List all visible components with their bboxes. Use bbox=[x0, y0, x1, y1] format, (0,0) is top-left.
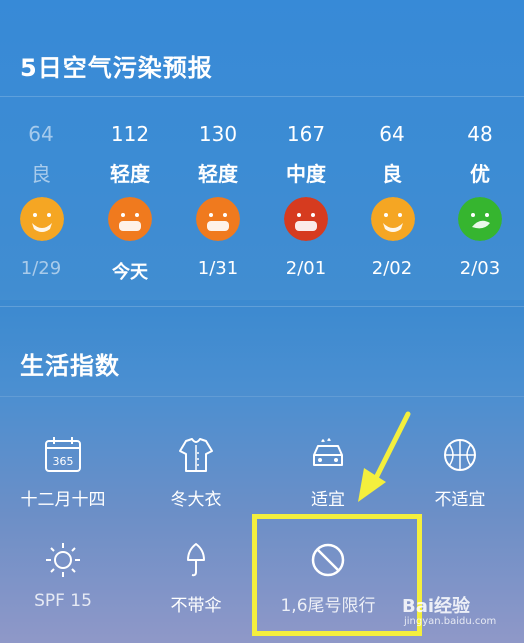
mask-face-icon bbox=[20, 197, 64, 241]
mask-face-icon bbox=[108, 197, 152, 241]
life-label: 冬大衣 bbox=[170, 490, 222, 510]
divider bbox=[0, 306, 524, 307]
aqi-level: 优 bbox=[470, 162, 490, 186]
aqi-date: 2/02 bbox=[371, 258, 413, 279]
life-label: 十二月十四 bbox=[20, 490, 106, 510]
aqi-date: 1/31 bbox=[197, 258, 239, 279]
divider bbox=[0, 396, 524, 397]
mask-face-icon bbox=[284, 197, 328, 241]
aqi-level: 轻度 bbox=[198, 162, 238, 186]
aqi-value: 64 bbox=[28, 122, 54, 146]
life-section-title: 生活指数 bbox=[20, 352, 120, 380]
aqi-level: 良 bbox=[31, 162, 51, 186]
aqi-value: 48 bbox=[467, 122, 493, 146]
highlight-box bbox=[252, 514, 422, 636]
aqi-section-title: 5日空气污染预报 bbox=[20, 54, 213, 82]
calendar-number: 365 bbox=[53, 455, 74, 468]
divider bbox=[0, 96, 524, 97]
aqi-level: 轻度 bbox=[110, 162, 150, 186]
coat-icon bbox=[179, 438, 213, 472]
aqi-value: 112 bbox=[110, 122, 150, 146]
sun-icon bbox=[46, 543, 80, 577]
aqi-value: 167 bbox=[286, 122, 326, 146]
aqi-value: 64 bbox=[379, 122, 405, 146]
pointer-arrow-icon bbox=[358, 411, 411, 502]
leaf-face-icon bbox=[458, 197, 502, 241]
aqi-panel bbox=[0, 0, 524, 300]
aqi-date: 今天 bbox=[112, 262, 148, 283]
aqi-date: 2/01 bbox=[285, 258, 327, 279]
calendar-icon: 365 bbox=[45, 437, 81, 472]
watermark-url: jingyan.baidu.com bbox=[404, 616, 497, 627]
aqi-level: 良 bbox=[382, 162, 402, 186]
umbrella-icon bbox=[187, 543, 205, 577]
mask-face-icon bbox=[196, 197, 240, 241]
life-label: SPF 15 bbox=[34, 591, 92, 611]
aqi-level: 中度 bbox=[286, 162, 326, 186]
aqi-value: 130 bbox=[198, 122, 238, 146]
mask-face-icon bbox=[371, 197, 415, 241]
watermark-brand: Bai经验 bbox=[402, 596, 471, 617]
basketball-icon bbox=[444, 439, 476, 471]
life-label: 不带伞 bbox=[170, 596, 222, 616]
aqi-date: 2/03 bbox=[459, 258, 501, 279]
aqi-date: 1/29 bbox=[20, 258, 62, 279]
